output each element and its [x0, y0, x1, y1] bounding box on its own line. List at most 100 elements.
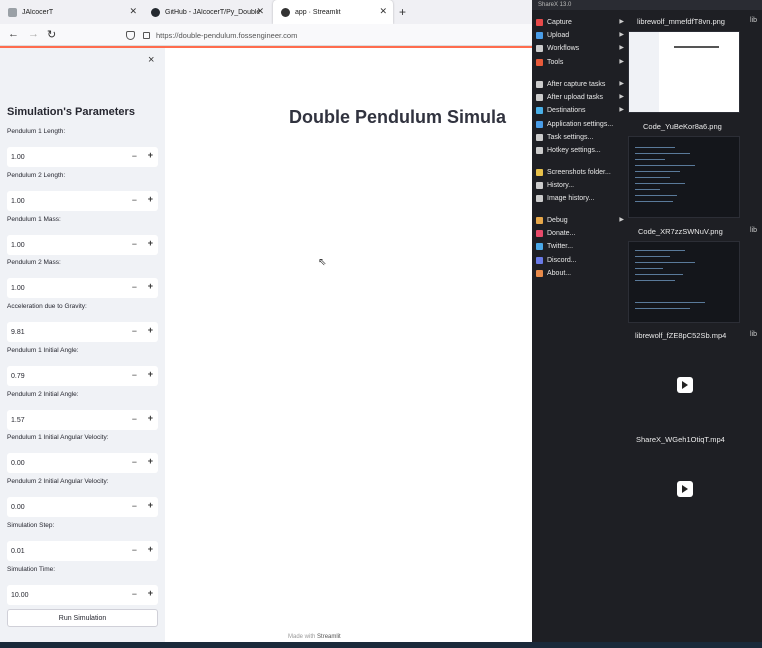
menu-item-label: Discord...	[547, 256, 577, 264]
number-input[interactable]: 0.00 − +	[7, 453, 158, 473]
shield-icon[interactable]	[126, 30, 135, 40]
menu-item-workflows[interactable]: Workflows ▶	[536, 42, 624, 54]
number-input-value[interactable]: 9.81	[7, 329, 25, 336]
increment-button[interactable]: +	[148, 413, 153, 423]
decrement-button[interactable]: −	[132, 370, 137, 380]
increment-button[interactable]: +	[148, 325, 153, 335]
menu-item-debug[interactable]: Debug ▶	[536, 214, 624, 226]
forward-icon[interactable]: →	[28, 28, 39, 40]
thumbnail-image[interactable]	[628, 241, 740, 323]
increment-button[interactable]: +	[148, 369, 153, 379]
menu-item-image-history[interactable]: Image history...	[536, 192, 624, 204]
menu-item-hotkey-settings[interactable]: Hotkey settings...	[536, 144, 624, 156]
tab-jalcocert[interactable]: JAlcocerT ✕	[0, 0, 143, 24]
tab-close-icon[interactable]: ✕	[129, 7, 137, 16]
menu-item-label: Image history...	[547, 194, 595, 202]
param-pendulum2-length: Pendulum 2 Length: 1.00 − +	[7, 172, 158, 211]
menu-item-upload[interactable]: Upload ▶	[536, 29, 624, 41]
menu-item-about[interactable]: About...	[536, 267, 624, 279]
lock-icon[interactable]	[143, 31, 150, 39]
thumbnail-image[interactable]	[628, 31, 740, 113]
folder-icon	[536, 168, 543, 176]
number-input-value[interactable]: 0.01	[7, 548, 25, 555]
menu-item-after-capture-tasks[interactable]: After capture tasks ▶	[536, 78, 624, 90]
tab-close-icon[interactable]: ✕	[379, 7, 387, 16]
menu-item-donate[interactable]: Donate...	[536, 227, 624, 239]
decrement-button[interactable]: −	[132, 151, 137, 161]
number-input[interactable]: 10.00 − +	[7, 585, 158, 605]
menu-item-screenshots-folder[interactable]: Screenshots folder...	[536, 166, 624, 178]
number-input-value[interactable]: 1.00	[7, 154, 25, 161]
increment-button[interactable]: +	[148, 194, 153, 204]
tab-github[interactable]: GitHub - JAlcocerT/Py_Doublé ✕	[143, 0, 270, 24]
play-video-icon[interactable]	[677, 481, 693, 497]
increment-button[interactable]: +	[148, 500, 153, 510]
decrement-button[interactable]: −	[132, 195, 137, 205]
decrement-button[interactable]: −	[132, 457, 137, 467]
param-label: Simulation Time:	[7, 566, 56, 573]
tab-close-icon[interactable]: ✕	[256, 7, 264, 16]
increment-button[interactable]: +	[148, 150, 153, 160]
number-input[interactable]: 1.00 − +	[7, 191, 158, 211]
menu-item-application-settings[interactable]: Application settings...	[536, 118, 624, 130]
thumbnail-preview	[635, 147, 695, 202]
submenu-arrow-icon: ▶	[619, 59, 624, 65]
number-input[interactable]: 9.81 − +	[7, 322, 158, 342]
menu-item-destinations[interactable]: Destinations ▶	[536, 104, 624, 116]
increment-button[interactable]: +	[148, 456, 153, 466]
run-simulation-button[interactable]: Run Simulation	[7, 609, 158, 627]
play-video-icon[interactable]	[677, 377, 693, 393]
new-tab-button[interactable]: +	[399, 5, 406, 19]
param-pendulum1-mass: Pendulum 1 Mass: 1.00 − +	[7, 216, 158, 255]
number-input[interactable]: 0.00 − +	[7, 497, 158, 517]
number-input[interactable]: 0.79 − +	[7, 366, 158, 386]
number-input-value[interactable]: 0.00	[7, 504, 25, 511]
menu-item-tools[interactable]: Tools ▶	[536, 56, 624, 68]
decrement-button[interactable]: −	[132, 326, 137, 336]
file-name-truncated: lib	[750, 331, 758, 338]
menu-item-discord[interactable]: Discord...	[536, 254, 624, 266]
number-input[interactable]: 1.00 − +	[7, 147, 158, 167]
increment-button[interactable]: +	[148, 588, 153, 598]
number-input-value[interactable]: 1.00	[7, 198, 25, 205]
tab-streamlit-app[interactable]: app · Streamlit ✕	[273, 0, 393, 24]
decrement-button[interactable]: −	[132, 239, 137, 249]
browser-nav-bar: ← → ↻ https://double-pendulum.fossengine…	[0, 24, 532, 46]
url-bar[interactable]: https://double-pendulum.fossengineer.com	[126, 27, 526, 43]
footer-streamlit-link[interactable]: Streamlit	[317, 634, 341, 640]
decrement-button[interactable]: −	[132, 414, 137, 424]
number-input[interactable]: 1.57 − +	[7, 410, 158, 430]
param-simulation-step: Simulation Step: 0.01 − +	[7, 522, 158, 561]
number-input-value[interactable]: 1.00	[7, 285, 25, 292]
url-text[interactable]: https://double-pendulum.fossengineer.com	[156, 31, 297, 40]
sidebar-close-icon[interactable]: ×	[148, 54, 154, 66]
number-input-value[interactable]: 0.79	[7, 373, 25, 380]
reload-icon[interactable]: ↻	[47, 28, 56, 41]
workflows-icon	[536, 44, 543, 52]
decrement-button[interactable]: −	[132, 282, 137, 292]
thumbnail-image[interactable]	[628, 136, 740, 218]
app-settings-icon	[536, 120, 543, 128]
number-input-value[interactable]: 10.00	[7, 592, 29, 599]
number-input[interactable]: 1.00 − +	[7, 278, 158, 298]
number-input-value[interactable]: 1.00	[7, 242, 25, 249]
menu-item-after-upload-tasks[interactable]: After upload tasks ▶	[536, 91, 624, 103]
increment-button[interactable]: +	[148, 544, 153, 554]
number-input-value[interactable]: 1.57	[7, 417, 25, 424]
menu-item-label: Screenshots folder...	[547, 168, 611, 176]
menu-item-history[interactable]: History...	[536, 179, 624, 191]
menu-item-task-settings[interactable]: Task settings...	[536, 131, 624, 143]
number-input[interactable]: 1.00 − +	[7, 235, 158, 255]
menu-item-capture[interactable]: Capture ▶	[536, 16, 624, 28]
increment-button[interactable]: +	[148, 281, 153, 291]
increment-button[interactable]: +	[148, 238, 153, 248]
menu-item-label: Twitter...	[547, 242, 574, 250]
decrement-button[interactable]: −	[132, 545, 137, 555]
number-input-value[interactable]: 0.00	[7, 460, 25, 467]
number-input[interactable]: 0.01 − +	[7, 541, 158, 561]
decrement-button[interactable]: −	[132, 501, 137, 511]
back-icon[interactable]: ←	[8, 28, 19, 40]
menu-item-label: Workflows	[547, 44, 580, 52]
decrement-button[interactable]: −	[132, 589, 137, 599]
menu-item-twitter[interactable]: Twitter...	[536, 240, 624, 252]
